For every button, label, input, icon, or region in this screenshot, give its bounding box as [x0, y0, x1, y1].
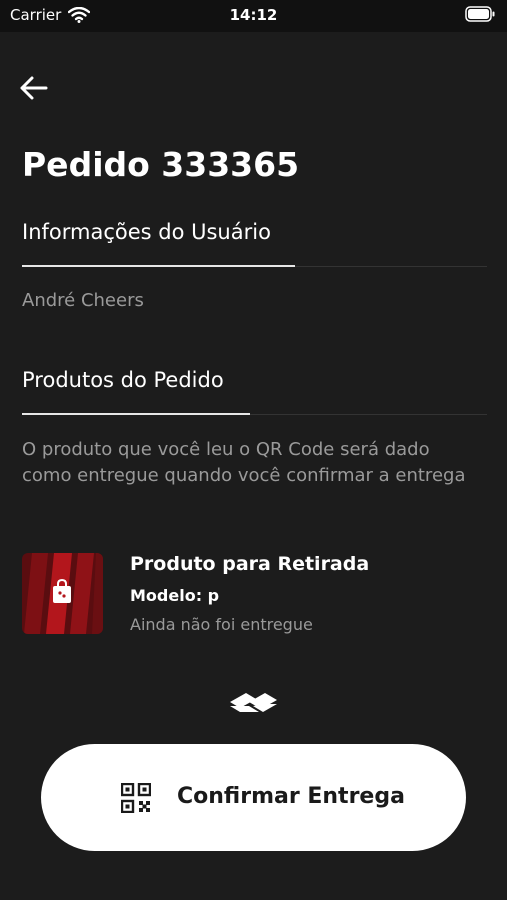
products-info-text: O produto que você leu o QR Code será da…	[22, 439, 466, 486]
qr-code-icon	[120, 782, 152, 817]
product-status: Ainda não foi entregue	[130, 615, 313, 634]
products-section-title: Produtos do Pedido	[22, 368, 224, 392]
product-name: Produto para Retirada	[130, 553, 370, 575]
confirm-delivery-label: Confirmar Entrega	[177, 784, 405, 809]
brand-logo	[229, 689, 278, 717]
user-name: André Cheers	[22, 290, 144, 311]
back-button[interactable]	[18, 72, 50, 104]
battery-icon	[465, 6, 495, 26]
product-model: Modelo: p	[130, 586, 220, 605]
product-thumbnail	[22, 553, 103, 634]
confirm-delivery-button[interactable]: Confirmar Entrega	[41, 744, 466, 851]
arrow-left-icon	[18, 76, 50, 108]
user-section-title: Informações do Usuário	[22, 220, 271, 244]
shopping-bag-icon	[51, 578, 73, 608]
page-title: Pedido 333365	[22, 145, 300, 184]
section-underline	[22, 265, 295, 267]
section-underline	[22, 413, 250, 415]
status-bar: Carrier 14:12	[0, 0, 507, 32]
status-time: 14:12	[229, 6, 278, 24]
